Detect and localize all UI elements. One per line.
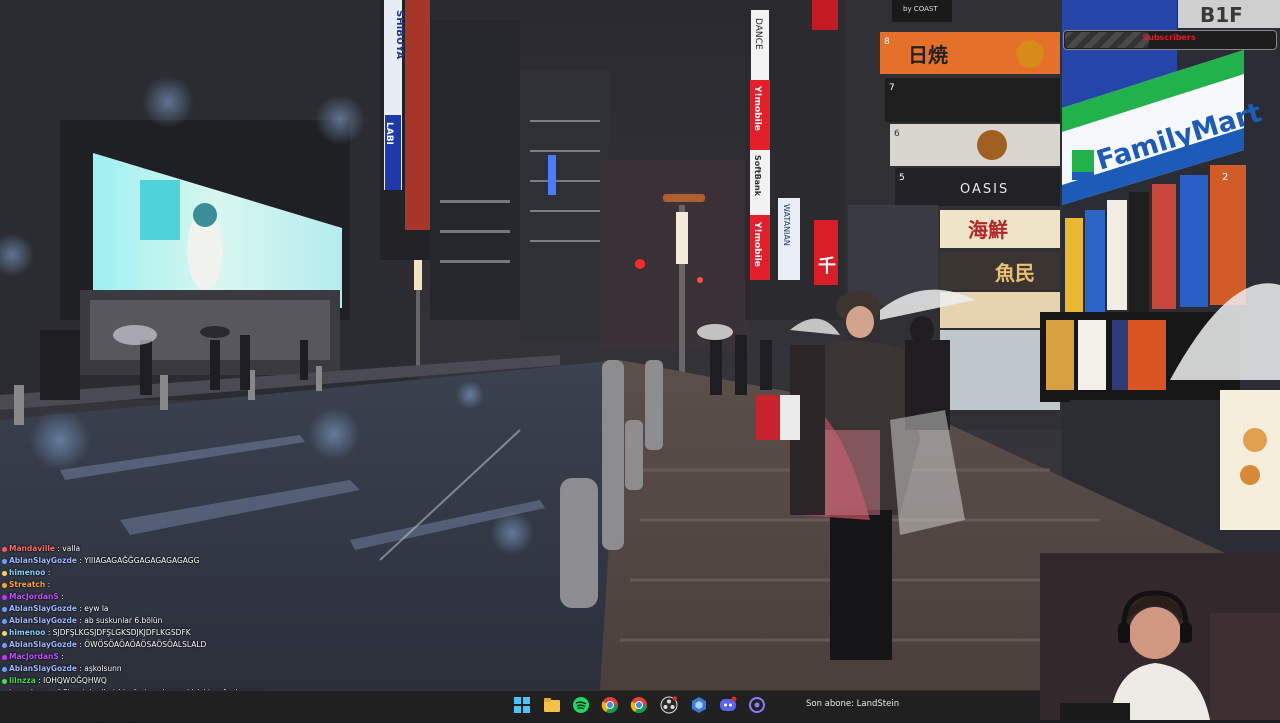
app-icon[interactable]: [690, 696, 708, 714]
watanian-sign-text: WATANIAN: [782, 204, 791, 246]
chat-badge-icon: [2, 678, 7, 684]
svg-text:5: 5: [899, 173, 905, 183]
ymobile-sign-text: Y!mobile: [752, 85, 762, 131]
chat-badge-icon: [2, 606, 7, 612]
chat-username: Streatch: [9, 580, 46, 589]
chat-text: valla: [62, 544, 81, 553]
chat-message: AblanSlayGozde : eyw la: [2, 603, 302, 615]
sign-floor-7: [885, 78, 1060, 122]
oasis-sign-text: OASIS: [960, 182, 1009, 197]
lab-sign-text: LABI: [384, 122, 394, 145]
chat-message: AblanSlayGozde : ab suskunlar 6.bölün: [2, 615, 302, 627]
chat-text: ab suskunlar 6.bölün: [84, 616, 163, 625]
chat-text: ÖWÖSÖAÖAÖAÖSAÖSÖALSLALD: [84, 640, 207, 649]
chat-badge-icon: [2, 594, 7, 600]
chat-message: MacJordanS :: [2, 651, 302, 663]
coast-sign-text: by COAST: [903, 5, 938, 13]
fish-sign-text: 魚民: [995, 261, 1035, 285]
dance-sign-text: DANCE: [753, 18, 763, 50]
chrome-icon-2[interactable]: [630, 696, 648, 714]
chat-username: MacJordanS: [9, 652, 59, 661]
discord-icon[interactable]: [719, 696, 737, 714]
chat-message: himenoo :: [2, 567, 302, 579]
chat-message: AblanSlayGozde : aşkolsunn: [2, 663, 302, 675]
shibuya-sign-text: SHIBUYA: [394, 10, 405, 59]
svg-text:2: 2: [1222, 172, 1228, 183]
chat-text: aşkolsunn: [84, 664, 122, 673]
chat-message: AblanSlayGozde : YIIIAGAGAĞĞGAGAGAGAGAGG: [2, 555, 302, 567]
chat-message: Mandaville : valla: [2, 543, 302, 555]
chat-username: himenoo: [9, 628, 46, 637]
chat-message: lilnzza : IOHQWOĞQHWQ: [2, 675, 302, 687]
sen-sign-text: 千: [818, 256, 836, 277]
chat-badge-icon: [2, 618, 7, 624]
chat-badge-icon: [2, 570, 7, 576]
subscriber-goal-label: Subscribers: [1142, 33, 1196, 42]
last-subscriber-label: Son abone: LandStein: [806, 699, 900, 709]
chat-username: AblanSlayGozde: [9, 616, 77, 625]
chat-username: AblanSlayGozde: [9, 664, 77, 673]
chat-username: AblanSlayGozde: [9, 556, 77, 565]
chat-text: eyw la: [84, 604, 109, 613]
svg-text:6: 6: [894, 129, 900, 139]
chat-badge-icon: [2, 642, 7, 648]
chrome-icon[interactable]: [601, 696, 619, 714]
chat-badge-icon: [2, 558, 7, 564]
chat-username: AblanSlayGozde: [9, 604, 77, 613]
shop-sign-text: 海鮮: [968, 218, 1008, 242]
windows-start-icon[interactable]: [513, 696, 531, 714]
chat-text: IOHQWOĞQHWQ: [43, 676, 107, 685]
chat-badge-icon: [2, 654, 7, 660]
spotify-icon[interactable]: [572, 696, 590, 714]
chat-message: himenoo : SJDFŞLKGSJDFŞLGKSDJKJDFLKGSDFK: [2, 627, 302, 639]
app-circle-icon[interactable]: [748, 696, 766, 714]
webcam-feed: [1040, 553, 1280, 720]
chat-text: YIIIAGAGAĞĞGAGAGAGAGAGG: [84, 556, 200, 565]
chat-username: lilnzza: [9, 676, 36, 685]
sign-floor-8-text: 日焼: [908, 43, 948, 67]
chat-message: MacJordanS :: [2, 591, 302, 603]
chat-message: AblanSlayGozde : ÖWÖSÖAÖAÖAÖSAÖSÖALSLALD: [2, 639, 302, 651]
chat-username: AblanSlayGozde: [9, 640, 77, 649]
chat-username: MacJordanS: [9, 592, 59, 601]
chat-username: Mandaville: [9, 544, 55, 553]
chat-badge-icon: [2, 630, 7, 636]
file-explorer-icon[interactable]: [543, 696, 561, 714]
chat-badge-icon: [2, 666, 7, 672]
obs-icon[interactable]: [660, 696, 678, 714]
ymobile-sign-text-2: Y!mobile: [752, 221, 762, 267]
svg-text:8: 8: [884, 37, 890, 47]
softbank-sign-text: SoftBank: [753, 155, 762, 197]
chat-message: Streatch :: [2, 579, 302, 591]
chat-username: himenoo: [9, 568, 46, 577]
chat-badge-icon: [2, 582, 7, 588]
chat-text: SJDFŞLKGSJDFŞLGKSDJKJDFLKGSDFK: [52, 628, 191, 637]
chat-badge-icon: [2, 546, 7, 552]
svg-text:7: 7: [889, 83, 895, 93]
sign-floor-6: [890, 124, 1060, 166]
b1f-sign-text: B1F: [1200, 3, 1243, 27]
